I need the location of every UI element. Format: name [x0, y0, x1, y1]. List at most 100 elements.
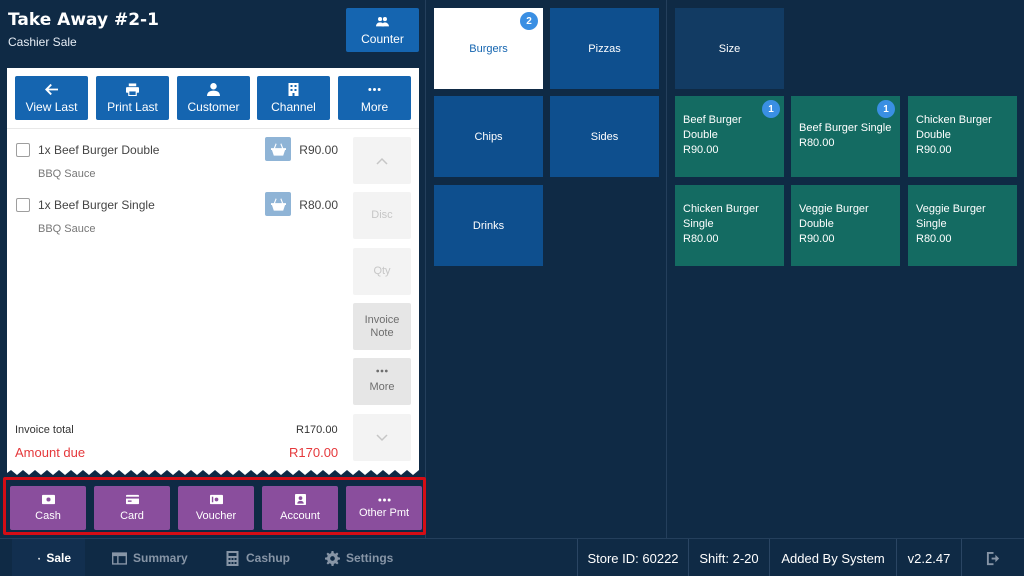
product-tile[interactable]: Beef Burger Single R80.00 1 [791, 96, 900, 177]
basket-icon [270, 142, 286, 156]
order-panel: Take Away #2-1 Cashier Sale Counter View… [0, 0, 426, 538]
card-label: Card [120, 510, 144, 522]
category-chips[interactable]: Chips [434, 96, 543, 177]
category-drinks[interactable]: Drinks [434, 185, 543, 266]
nav-label: Sale [46, 551, 71, 565]
category-label: Chips [474, 130, 503, 143]
order-item[interactable]: 1x Beef Burger Double BBQ Sauce R90.00 [7, 137, 347, 187]
arrow-left-icon [45, 83, 58, 95]
item-modifier: BBQ Sauce [38, 223, 96, 235]
side-more-button[interactable]: More [353, 358, 411, 405]
basket-button[interactable] [265, 137, 291, 161]
qty-label: Qty [373, 265, 391, 277]
product-price: R90.00 [799, 233, 835, 245]
other-payment-button[interactable]: Other Pmt [346, 486, 422, 530]
dots-icon [368, 87, 381, 91]
chevron-up-icon [376, 157, 388, 165]
card-icon [125, 494, 139, 505]
nav-label: Summary [133, 551, 188, 565]
account-icon [294, 494, 306, 505]
more-label: More [360, 99, 389, 114]
size-label: Size [718, 42, 741, 55]
product-name: Veggie Burger Double [799, 203, 869, 230]
voucher-button[interactable]: Voucher [178, 486, 254, 530]
payment-methods: Cash Card Voucher Account Other Pmt [3, 477, 426, 535]
amount-due-label: Amount due [15, 445, 86, 460]
product-name: Beef Burger Single [799, 122, 892, 134]
divider [7, 128, 419, 129]
voucher-label: Voucher [195, 510, 237, 522]
item-price: R80.00 [299, 198, 338, 212]
product-tile[interactable]: Veggie Burger Double R90.00 [791, 185, 900, 266]
other-payment-label: Other Pmt [358, 506, 410, 519]
account-button[interactable]: Account [262, 486, 338, 530]
category-panel: Burgers 2 Pizzas Chips Sides Drinks [427, 0, 667, 538]
invoice-total-label: Invoice total [15, 424, 74, 436]
count-badge: 1 [877, 100, 895, 118]
nav-label: Cashup [246, 551, 291, 565]
building-icon [288, 82, 299, 96]
nav-summary[interactable]: Summary [112, 539, 188, 576]
category-label: Sides [590, 130, 619, 143]
invoice-panel: View Last Print Last Customer Channel Mo… [7, 68, 419, 470]
logout-button[interactable] [961, 539, 1024, 576]
customer-button[interactable]: Customer [177, 76, 250, 120]
person-icon [207, 82, 220, 96]
item-checkbox[interactable] [16, 198, 30, 212]
customer-label: Customer [187, 99, 240, 114]
disc-button[interactable]: Disc [353, 192, 411, 239]
product-price: R80.00 [799, 137, 835, 149]
category-pizzas[interactable]: Pizzas [550, 8, 659, 89]
printer-icon [126, 82, 139, 96]
more-button[interactable]: More [338, 76, 411, 120]
product-price: R90.00 [683, 144, 719, 156]
card-button[interactable]: Card [94, 486, 170, 530]
scroll-up-button[interactable] [353, 137, 411, 184]
receipt-tear-edge [7, 466, 419, 475]
count-badge: 1 [762, 100, 780, 118]
voucher-icon [209, 494, 223, 505]
product-name: Veggie Burger Single [916, 203, 986, 230]
category-burgers[interactable]: Burgers 2 [434, 8, 543, 89]
store-id: Store ID: 60222 [577, 539, 688, 576]
cash-icon [41, 494, 55, 505]
invoice-note-button[interactable]: Invoice Note [353, 303, 411, 350]
cash-button[interactable]: Cash [10, 486, 86, 530]
nav-settings[interactable]: Settings [325, 539, 393, 576]
print-last-label: Print Last [107, 99, 158, 114]
print-last-button[interactable]: Print Last [96, 76, 169, 120]
basket-icon [38, 557, 41, 559]
product-tile[interactable]: Beef Burger Double R90.00 1 [675, 96, 784, 177]
product-price: R90.00 [916, 144, 952, 156]
people-icon [376, 16, 389, 26]
size-button[interactable]: Size [675, 8, 784, 89]
shift-number: Shift: 2-20 [688, 539, 769, 576]
product-tile[interactable]: Chicken Burger Single R80.00 [675, 185, 784, 266]
nav-cashup[interactable]: Cashup [225, 539, 290, 576]
cash-label: Cash [35, 510, 61, 522]
channel-label: Channel [271, 99, 316, 114]
basket-button[interactable] [265, 192, 291, 216]
disc-label: Disc [371, 209, 393, 221]
app-version: v2.2.47 [896, 539, 961, 576]
item-price: R90.00 [299, 143, 338, 157]
order-item[interactable]: 1x Beef Burger Single BBQ Sauce R80.00 [7, 192, 347, 242]
qty-button[interactable]: Qty [353, 248, 411, 295]
counter-button[interactable]: Counter [346, 8, 419, 52]
product-name: Chicken Burger Double [916, 114, 992, 141]
category-sides[interactable]: Sides [550, 96, 659, 177]
category-label: Drinks [472, 219, 505, 232]
view-last-button[interactable]: View Last [15, 76, 88, 120]
nav-sale[interactable]: Sale [12, 539, 85, 576]
item-checkbox[interactable] [16, 143, 30, 157]
bottom-bar: Sale Summary Cashup Settings Store ID: 6… [0, 538, 1024, 576]
product-price: R80.00 [683, 233, 719, 245]
count-badge: 2 [520, 12, 538, 30]
added-by: Added By System [769, 539, 896, 576]
scroll-down-button[interactable] [353, 414, 411, 461]
side-more-label: More [369, 381, 395, 393]
product-tile[interactable]: Chicken Burger Double R90.00 [908, 96, 1017, 177]
item-name: 1x Beef Burger Double [38, 143, 160, 157]
product-tile[interactable]: Veggie Burger Single R80.00 [908, 185, 1017, 266]
channel-button[interactable]: Channel [257, 76, 330, 120]
